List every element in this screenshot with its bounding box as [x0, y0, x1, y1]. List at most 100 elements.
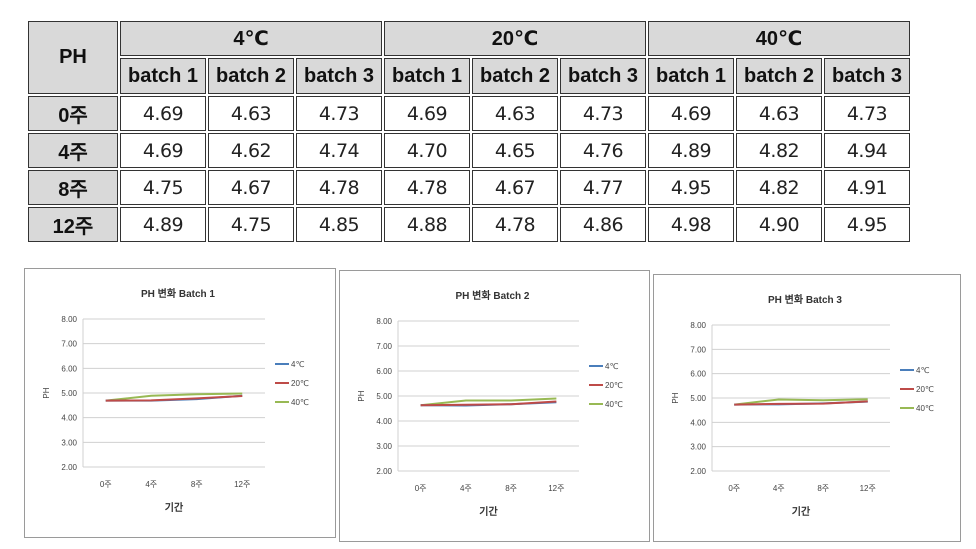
legend-label: 40℃ [291, 398, 309, 407]
legend-label: 20℃ [916, 385, 934, 394]
x-tick-label: 8주 [505, 484, 517, 493]
table-row: 8주 4.75 4.67 4.78 4.78 4.67 4.77 4.95 4.… [28, 170, 910, 205]
y-tick-label: 8.00 [376, 317, 392, 326]
table-cell: 4.63 [736, 96, 822, 131]
table-cell: 4.98 [648, 207, 734, 242]
table-cell: 4.91 [824, 170, 910, 205]
x-axis-label: 기간 [792, 505, 811, 518]
batch-header: batch 2 [208, 58, 294, 94]
table-cell: 4.78 [384, 170, 470, 205]
table-cell: 4.78 [472, 207, 558, 242]
table-row: 0주 4.69 4.63 4.73 4.69 4.63 4.73 4.69 4.… [28, 96, 910, 131]
x-tick-label: 8주 [817, 484, 829, 493]
table-cell: 4.86 [560, 207, 646, 242]
legend-label: 4℃ [291, 360, 304, 369]
table-cell: 4.95 [648, 170, 734, 205]
table-cell: 4.69 [648, 96, 734, 131]
y-tick-label: 5.00 [376, 392, 392, 401]
temp-header-20c: 20℃ [384, 21, 646, 56]
table-cell: 4.78 [296, 170, 382, 205]
x-axis-label: 기간 [479, 505, 498, 518]
y-tick-label: 4.00 [690, 418, 706, 427]
x-tick-label: 0주 [728, 484, 740, 493]
table-cell: 4.82 [736, 133, 822, 168]
row-header: 12주 [28, 207, 118, 242]
table-cell: 4.82 [736, 170, 822, 205]
y-tick-label: 3.00 [61, 438, 77, 447]
legend-label: 20℃ [291, 379, 309, 388]
table-cell: 4.88 [384, 207, 470, 242]
table-cell: 4.73 [560, 96, 646, 131]
x-tick-label: 4주 [460, 484, 472, 493]
legend-label: 40℃ [605, 400, 623, 409]
x-tick-label: 8주 [191, 480, 203, 489]
ph-data-table: PH 4℃ 20℃ 40℃ batch 1 batch 2 batch 3 ba… [26, 19, 912, 244]
table-cell: 4.76 [560, 133, 646, 168]
table-cell: 4.69 [120, 96, 206, 131]
line-chart-batch-2: PH 변화 Batch 2 2.00 3.00 4.00 5.00 6.00 7.00 8.0… [357, 289, 623, 518]
y-tick-label: 2.00 [376, 467, 392, 476]
batch-header: batch 3 [824, 58, 910, 94]
table-cell: 4.63 [472, 96, 558, 131]
y-tick-label: 3.00 [690, 443, 706, 452]
x-tick-label: 12주 [234, 480, 250, 489]
y-tick-label: 8.00 [690, 321, 706, 330]
table-cell: 4.74 [296, 133, 382, 168]
y-axis-label: PH [671, 392, 680, 403]
x-tick-label: 12주 [860, 484, 876, 493]
batch-header: batch 3 [296, 58, 382, 94]
chart-batch-1: PH 변화 Batch 1 2.00 3.00 4.00 5.00 6.00 7.00 8.0… [24, 268, 336, 538]
table-cell: 4.69 [120, 133, 206, 168]
batch-header: batch 2 [472, 58, 558, 94]
table-cell: 4.75 [120, 170, 206, 205]
table-cell: 4.63 [208, 96, 294, 131]
y-tick-label: 3.00 [376, 442, 392, 451]
chart-title: PH 변화 Batch 1 [141, 287, 215, 300]
chart-batch-3: PH 변화 Batch 3 2.00 3.00 4.00 5.00 6.00 7.00 8.0… [653, 274, 961, 542]
table-cell: 4.85 [296, 207, 382, 242]
table-cell: 4.90 [736, 207, 822, 242]
table-cell: 4.70 [384, 133, 470, 168]
corner-header: PH [28, 21, 118, 94]
temp-header-40c: 40℃ [648, 21, 910, 56]
y-tick-label: 5.00 [61, 389, 77, 398]
table-cell: 4.73 [824, 96, 910, 131]
table-cell: 4.94 [824, 133, 910, 168]
table-row: 4주 4.69 4.62 4.74 4.70 4.65 4.76 4.89 4.… [28, 133, 910, 168]
line-chart-batch-3: PH 변화 Batch 3 2.00 3.00 4.00 5.00 6.00 7.00 8.0… [671, 293, 934, 518]
table-cell: 4.69 [384, 96, 470, 131]
x-tick-label: 4주 [145, 480, 157, 489]
y-axis-label: PH [357, 390, 366, 401]
x-tick-label: 0주 [415, 484, 427, 493]
legend-label: 4℃ [605, 362, 618, 371]
chart-title: PH 변화 Batch 2 [456, 289, 530, 302]
x-tick-label: 4주 [773, 484, 785, 493]
chart-title: PH 변화 Batch 3 [768, 293, 842, 306]
row-header: 0주 [28, 96, 118, 131]
y-axis-label: PH [42, 387, 51, 398]
x-axis-label: 기간 [165, 501, 184, 514]
y-tick-label: 8.00 [61, 315, 77, 324]
table-cell: 4.77 [560, 170, 646, 205]
table-cell: 4.75 [208, 207, 294, 242]
table-cell: 4.62 [208, 133, 294, 168]
y-tick-label: 5.00 [690, 394, 706, 403]
y-tick-label: 6.00 [690, 370, 706, 379]
legend-label: 20℃ [605, 381, 623, 390]
legend-label: 40℃ [916, 404, 934, 413]
table-row: 12주 4.89 4.75 4.85 4.88 4.78 4.86 4.98 4… [28, 207, 910, 242]
row-header: 8주 [28, 170, 118, 205]
table-cell: 4.67 [208, 170, 294, 205]
batch-header: batch 1 [384, 58, 470, 94]
y-tick-label: 7.00 [376, 342, 392, 351]
y-tick-label: 6.00 [376, 367, 392, 376]
legend-label: 4℃ [916, 366, 929, 375]
y-tick-label: 2.00 [61, 463, 77, 472]
table-cell: 4.67 [472, 170, 558, 205]
y-tick-label: 6.00 [61, 364, 77, 373]
batch-header: batch 1 [648, 58, 734, 94]
batch-header: batch 3 [560, 58, 646, 94]
line-chart-batch-1: PH 변화 Batch 1 2.00 3.00 4.00 5.00 6.00 7.00 8.0… [42, 287, 309, 514]
x-tick-label: 12주 [548, 484, 564, 493]
y-tick-label: 4.00 [376, 417, 392, 426]
